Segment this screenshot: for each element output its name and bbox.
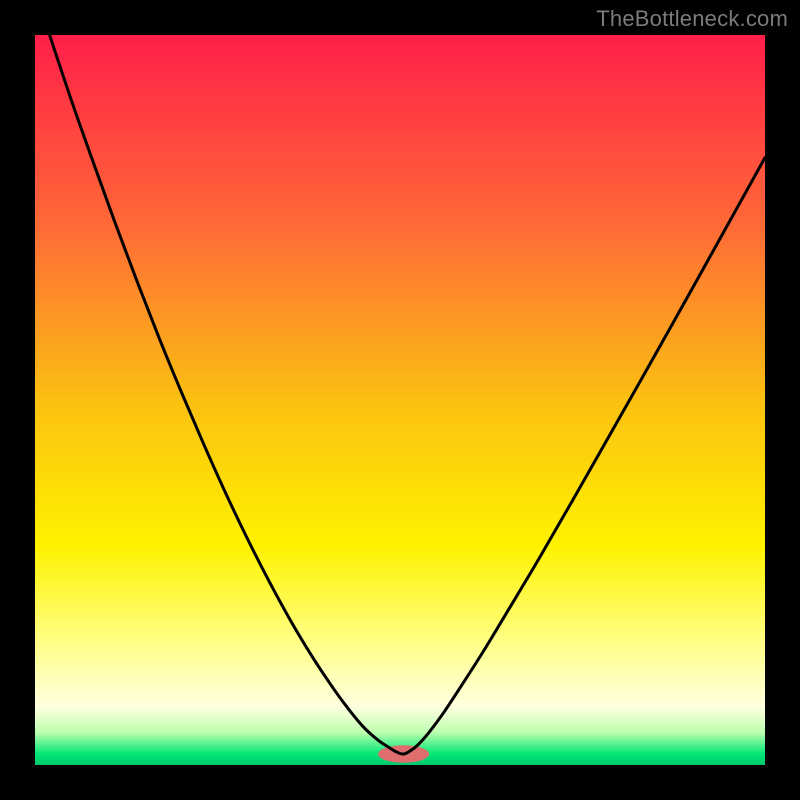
chart-svg (35, 35, 765, 765)
plot-area (35, 35, 765, 765)
chart-frame: TheBottleneck.com (0, 0, 800, 800)
watermark-text: TheBottleneck.com (596, 6, 788, 32)
gradient-background (35, 35, 765, 765)
